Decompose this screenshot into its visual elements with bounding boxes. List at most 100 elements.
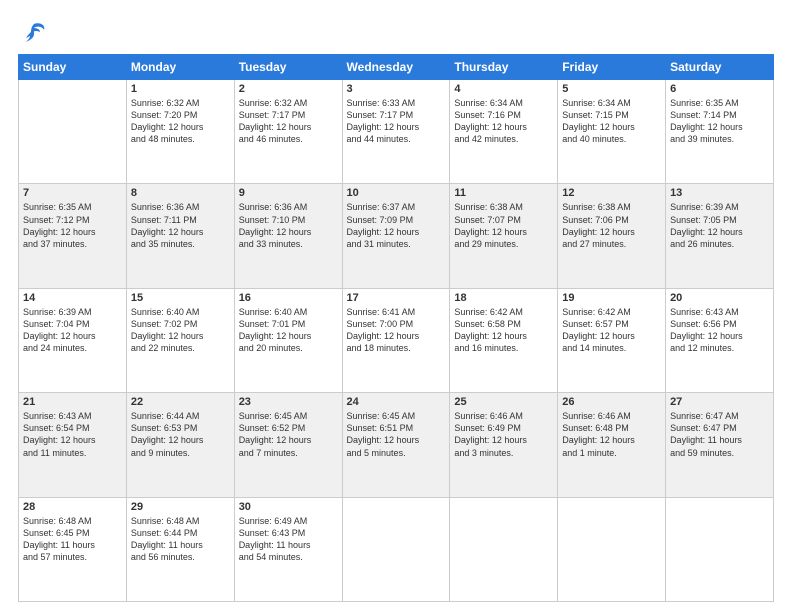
calendar-week-row: 14 Sunrise: 6:39 AM Sunset: 7:04 PM Dayli…: [19, 288, 774, 392]
table-row: 4 Sunrise: 6:34 AM Sunset: 7:16 PM Daylig…: [450, 80, 558, 184]
day-content: Sunrise: 6:34 AM Sunset: 7:15 PM Dayligh…: [562, 97, 661, 146]
calendar-week-row: 21Sunrise: 6:43 AM Sunset: 6:54 PM Dayli…: [19, 393, 774, 497]
day-content: Sunrise: 6:38 AM Sunset: 7:06 PM Dayligh…: [562, 201, 661, 250]
day-number: 4: [454, 83, 553, 95]
table-row: 5 Sunrise: 6:34 AM Sunset: 7:15 PM Daylig…: [558, 80, 666, 184]
table-row: 3 Sunrise: 6:33 AM Sunset: 7:17 PM Daylig…: [342, 80, 450, 184]
day-content: Sunrise: 6:34 AM Sunset: 7:16 PM Dayligh…: [454, 97, 553, 146]
logo-bird-icon: [20, 18, 48, 46]
day-content: Sunrise: 6:43 AM Sunset: 6:56 PM Dayligh…: [670, 306, 769, 355]
day-content: Sunrise: 6:49 AM Sunset: 6:43 PM Dayligh…: [239, 515, 338, 564]
day-content: Sunrise: 6:47 AM Sunset: 6:47 PM Dayligh…: [670, 410, 769, 459]
day-content: Sunrise: 6:44 AM Sunset: 6:53 PM Dayligh…: [131, 410, 230, 459]
table-row: 17 Sunrise: 6:41 AM Sunset: 7:00 PM Dayli…: [342, 288, 450, 392]
table-row: 24 Sunrise: 6:45 AM Sunset: 6:51 PM Dayli…: [342, 393, 450, 497]
day-content: Sunrise: 6:48 AM Sunset: 6:45 PM Dayligh…: [23, 515, 122, 564]
day-content: Sunrise: 6:46 AM Sunset: 6:49 PM Dayligh…: [454, 410, 553, 459]
table-row: [450, 497, 558, 601]
table-row: 2 Sunrise: 6:32 AM Sunset: 7:17 PM Daylig…: [234, 80, 342, 184]
day-content: Sunrise: 6:39 AM Sunset: 7:05 PM Dayligh…: [670, 201, 769, 250]
day-number: 30: [239, 501, 338, 513]
col-friday: Friday: [558, 55, 666, 80]
table-row: 30 Sunrise: 6:49 AM Sunset: 6:43 PM Dayli…: [234, 497, 342, 601]
day-number: 3: [347, 83, 446, 95]
table-row: 14 Sunrise: 6:39 AM Sunset: 7:04 PM Dayli…: [19, 288, 127, 392]
day-content: Sunrise: 6:33 AM Sunset: 7:17 PM Dayligh…: [347, 97, 446, 146]
table-row: [666, 497, 774, 601]
day-number: 13: [670, 187, 769, 199]
day-number: 14: [23, 292, 122, 304]
day-content: Sunrise: 6:36 AM Sunset: 7:11 PM Dayligh…: [131, 201, 230, 250]
table-row: 29 Sunrise: 6:48 AM Sunset: 6:44 PM Dayli…: [126, 497, 234, 601]
day-number: 11: [454, 187, 553, 199]
day-number: 12: [562, 187, 661, 199]
day-number: 5: [562, 83, 661, 95]
day-number: 26: [562, 396, 661, 408]
table-row: 1 Sunrise: 6:32 AM Sunset: 7:20 PM Daylig…: [126, 80, 234, 184]
day-content: Sunrise: 6:48 AM Sunset: 6:44 PM Dayligh…: [131, 515, 230, 564]
table-row: 21Sunrise: 6:43 AM Sunset: 6:54 PM Dayli…: [19, 393, 127, 497]
table-row: 15 Sunrise: 6:40 AM Sunset: 7:02 PM Dayli…: [126, 288, 234, 392]
day-number: 19: [562, 292, 661, 304]
table-row: 23 Sunrise: 6:45 AM Sunset: 6:52 PM Dayli…: [234, 393, 342, 497]
day-number: 7: [23, 187, 122, 199]
table-row: [342, 497, 450, 601]
day-number: 23: [239, 396, 338, 408]
calendar-header-row: Sunday Monday Tuesday Wednesday Thursday…: [19, 55, 774, 80]
table-row: 18Sunrise: 6:42 AM Sunset: 6:58 PM Dayli…: [450, 288, 558, 392]
day-number: 2: [239, 83, 338, 95]
day-content: Sunrise: 6:39 AM Sunset: 7:04 PM Dayligh…: [23, 306, 122, 355]
day-number: 16: [239, 292, 338, 304]
day-content: Sunrise: 6:43 AM Sunset: 6:54 PM Dayligh…: [23, 410, 122, 459]
col-monday: Monday: [126, 55, 234, 80]
day-content: Sunrise: 6:40 AM Sunset: 7:02 PM Dayligh…: [131, 306, 230, 355]
day-number: 29: [131, 501, 230, 513]
table-row: 11 Sunrise: 6:38 AM Sunset: 7:07 PM Dayli…: [450, 184, 558, 288]
day-content: Sunrise: 6:46 AM Sunset: 6:48 PM Dayligh…: [562, 410, 661, 459]
table-row: 20 Sunrise: 6:43 AM Sunset: 6:56 PM Dayli…: [666, 288, 774, 392]
day-content: Sunrise: 6:40 AM Sunset: 7:01 PM Dayligh…: [239, 306, 338, 355]
logo: [18, 18, 48, 46]
day-number: 24: [347, 396, 446, 408]
day-content: Sunrise: 6:45 AM Sunset: 6:52 PM Dayligh…: [239, 410, 338, 459]
day-number: 15: [131, 292, 230, 304]
day-number: 27: [670, 396, 769, 408]
day-content: Sunrise: 6:32 AM Sunset: 7:20 PM Dayligh…: [131, 97, 230, 146]
day-content: Sunrise: 6:32 AM Sunset: 7:17 PM Dayligh…: [239, 97, 338, 146]
page: Sunday Monday Tuesday Wednesday Thursday…: [0, 0, 792, 612]
day-number: 8: [131, 187, 230, 199]
header: [18, 18, 774, 46]
day-number: 20: [670, 292, 769, 304]
calendar-week-row: 1 Sunrise: 6:32 AM Sunset: 7:20 PM Daylig…: [19, 80, 774, 184]
day-content: Sunrise: 6:38 AM Sunset: 7:07 PM Dayligh…: [454, 201, 553, 250]
col-saturday: Saturday: [666, 55, 774, 80]
table-row: 9Sunrise: 6:36 AM Sunset: 7:10 PM Daylig…: [234, 184, 342, 288]
day-number: 18: [454, 292, 553, 304]
day-number: 1: [131, 83, 230, 95]
col-wednesday: Wednesday: [342, 55, 450, 80]
table-row: 6Sunrise: 6:35 AM Sunset: 7:14 PM Daylig…: [666, 80, 774, 184]
day-content: Sunrise: 6:42 AM Sunset: 6:57 PM Dayligh…: [562, 306, 661, 355]
col-tuesday: Tuesday: [234, 55, 342, 80]
calendar-week-row: 28Sunrise: 6:48 AM Sunset: 6:45 PM Dayli…: [19, 497, 774, 601]
calendar-week-row: 7Sunrise: 6:35 AM Sunset: 7:12 PM Daylig…: [19, 184, 774, 288]
day-number: 9: [239, 187, 338, 199]
calendar-table: Sunday Monday Tuesday Wednesday Thursday…: [18, 54, 774, 602]
table-row: 27 Sunrise: 6:47 AM Sunset: 6:47 PM Dayli…: [666, 393, 774, 497]
day-content: Sunrise: 6:41 AM Sunset: 7:00 PM Dayligh…: [347, 306, 446, 355]
table-row: 26 Sunrise: 6:46 AM Sunset: 6:48 PM Dayli…: [558, 393, 666, 497]
table-row: 16 Sunrise: 6:40 AM Sunset: 7:01 PM Dayli…: [234, 288, 342, 392]
day-content: Sunrise: 6:37 AM Sunset: 7:09 PM Dayligh…: [347, 201, 446, 250]
day-number: 10: [347, 187, 446, 199]
table-row: 22Sunrise: 6:44 AM Sunset: 6:53 PM Dayli…: [126, 393, 234, 497]
day-content: Sunrise: 6:35 AM Sunset: 7:14 PM Dayligh…: [670, 97, 769, 146]
day-content: Sunrise: 6:45 AM Sunset: 6:51 PM Dayligh…: [347, 410, 446, 459]
table-row: 12 Sunrise: 6:38 AM Sunset: 7:06 PM Dayli…: [558, 184, 666, 288]
day-number: 17: [347, 292, 446, 304]
table-row: 8 Sunrise: 6:36 AM Sunset: 7:11 PM Daylig…: [126, 184, 234, 288]
table-row: 28Sunrise: 6:48 AM Sunset: 6:45 PM Dayli…: [19, 497, 127, 601]
table-row: [19, 80, 127, 184]
table-row: 25Sunrise: 6:46 AM Sunset: 6:49 PM Dayli…: [450, 393, 558, 497]
table-row: 19 Sunrise: 6:42 AM Sunset: 6:57 PM Dayli…: [558, 288, 666, 392]
table-row: [558, 497, 666, 601]
